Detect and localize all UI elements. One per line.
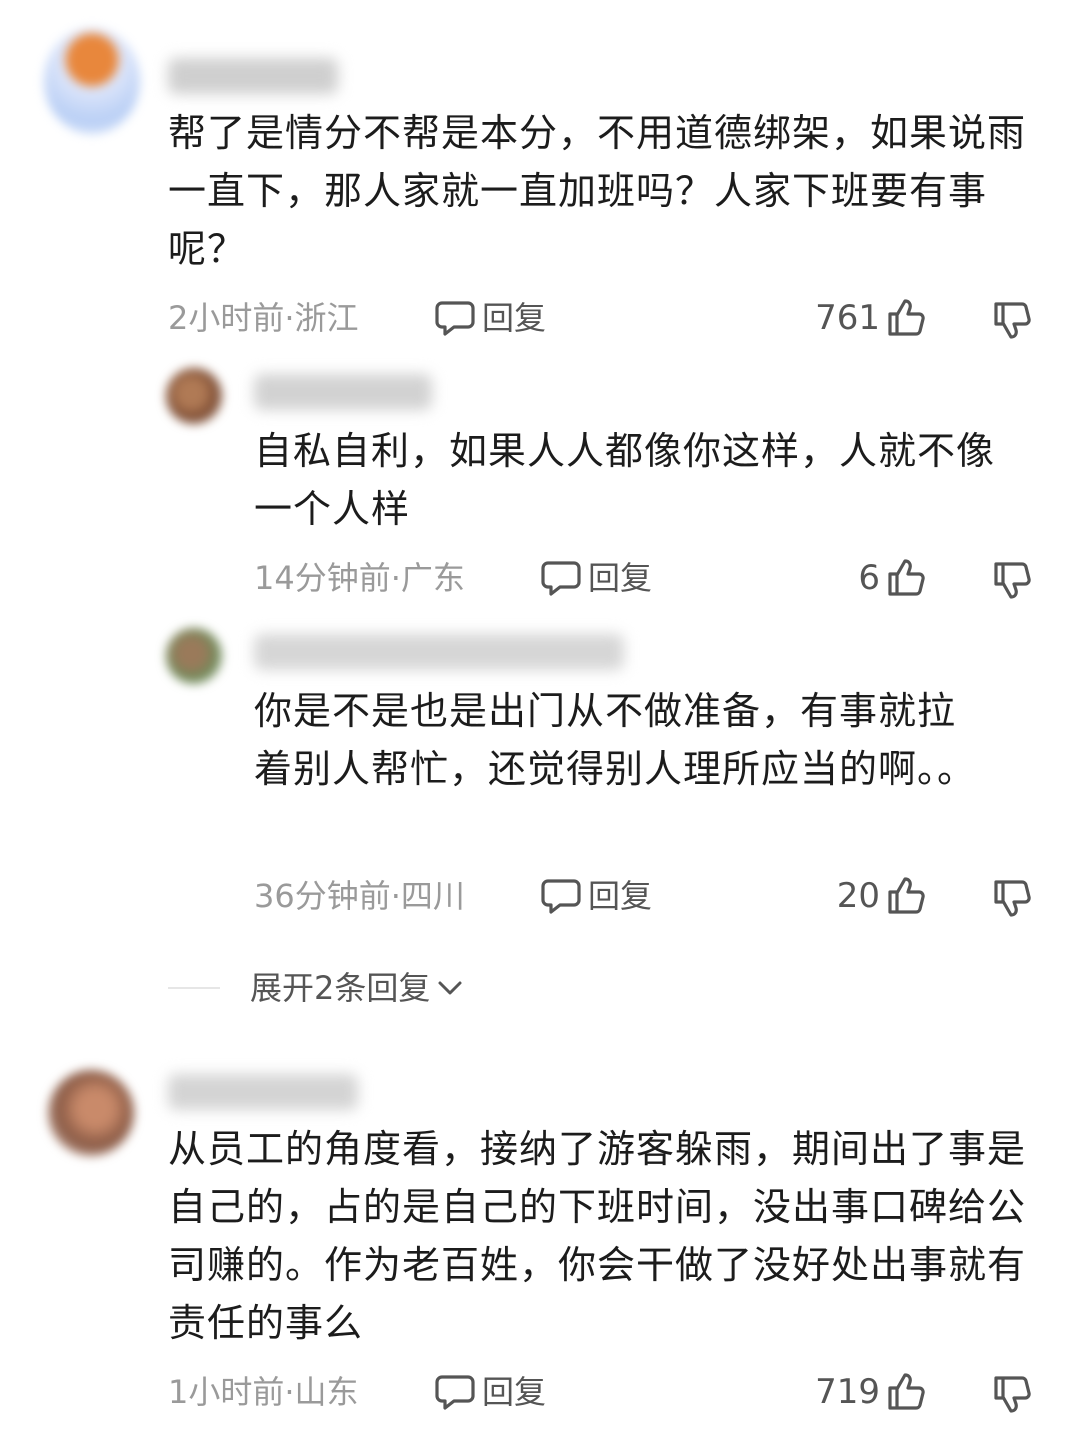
reply-label: 回复 (588, 877, 653, 915)
reply-button[interactable]: 回复 (540, 876, 652, 916)
dislike-button[interactable] (992, 1374, 1034, 1416)
thumb-down-icon (992, 560, 1034, 602)
expand-replies-button[interactable]: 展开2条回复 (250, 968, 464, 1008)
comment-text: 你是不是也是出门从不做准备，有事就拉着别人帮忙，还觉得别人理所应当的啊。。 (254, 689, 977, 791)
comment-text: 帮了是情分不帮是本分，不用道德绑架，如果说雨一直下，那人家就一直加班吗？人家下班… (168, 111, 1027, 271)
thumb-down-icon (992, 1374, 1034, 1416)
comment-bubble-icon (434, 1372, 476, 1412)
reply-button[interactable]: 回复 (540, 558, 652, 598)
avatar[interactable] (48, 1070, 134, 1156)
avatar[interactable] (166, 628, 222, 684)
comment-text: 从员工的角度看，接纳了游客躲雨，期间出了事是自己的，占的是自己的下班时间，没出事… (168, 1127, 1027, 1345)
dislike-button[interactable] (992, 878, 1034, 920)
comment-bubble-icon (540, 558, 582, 598)
comment-meta: 36分钟前·四川 (254, 877, 465, 915)
reply-button[interactable]: 回复 (434, 1372, 546, 1412)
divider (168, 987, 220, 989)
like-count: 719 (815, 1372, 880, 1412)
like-count: 761 (815, 298, 880, 338)
comment-meta: 14分钟前·广东 (254, 559, 465, 597)
comment-meta: 2小时前·浙江 (168, 299, 359, 337)
username[interactable] (168, 58, 338, 94)
comment-text: 自私自利，如果人人都像你这样，人就不像一个人样 (254, 429, 996, 531)
thumb-down-icon (992, 300, 1034, 342)
like-button[interactable] (886, 1370, 928, 1412)
reply-label: 回复 (482, 299, 547, 337)
avatar[interactable] (44, 28, 140, 134)
avatar[interactable] (166, 368, 222, 424)
thumb-up-icon (886, 556, 928, 598)
thumb-down-icon (992, 878, 1034, 920)
username[interactable] (254, 374, 432, 410)
dislike-button[interactable] (992, 300, 1034, 342)
chevron-down-icon (436, 978, 464, 998)
expand-replies-label: 展开2条回复 (250, 969, 431, 1007)
thumb-up-icon (886, 1370, 928, 1412)
thumb-up-icon (886, 296, 928, 338)
username[interactable] (168, 1074, 358, 1110)
like-count: 6 (858, 558, 880, 598)
username[interactable] (254, 634, 624, 670)
comment-bubble-icon (434, 298, 476, 338)
thumb-up-icon (886, 874, 928, 916)
reply-label: 回复 (482, 1373, 547, 1411)
comment-meta: 1小时前·山东 (168, 1373, 359, 1411)
like-button[interactable] (886, 556, 928, 598)
comment-bubble-icon (540, 876, 582, 916)
like-button[interactable] (886, 296, 928, 338)
reply-button[interactable]: 回复 (434, 298, 546, 338)
reply-label: 回复 (588, 559, 653, 597)
like-button[interactable] (886, 874, 928, 916)
dislike-button[interactable] (992, 560, 1034, 602)
like-count: 20 (836, 876, 880, 916)
